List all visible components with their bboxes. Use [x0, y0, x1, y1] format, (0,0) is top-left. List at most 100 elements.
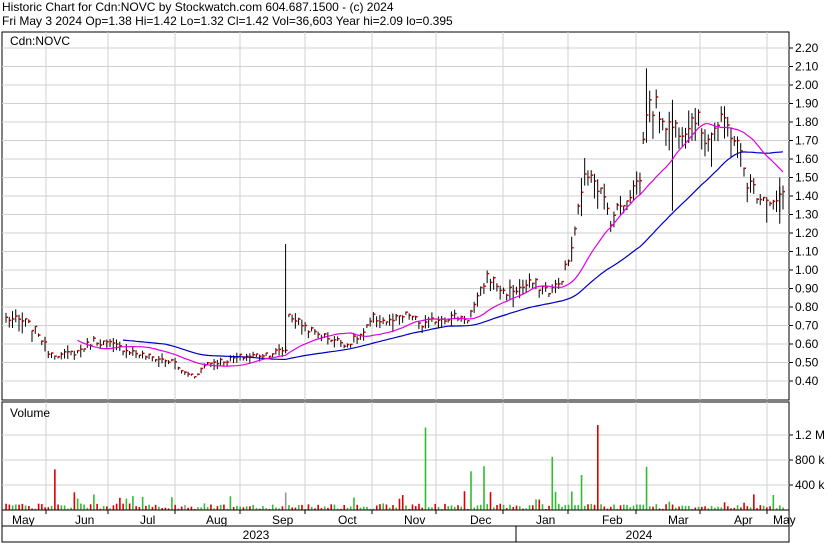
- volume-bar: [632, 505, 635, 510]
- volume-bar: [710, 506, 713, 510]
- volume-bar: [557, 503, 560, 510]
- volume-bar: [362, 506, 365, 510]
- volume-bar: [119, 497, 121, 510]
- volume-bar: [297, 505, 300, 510]
- volume-bar: [463, 491, 466, 510]
- price-tick-label: 2.10: [795, 60, 819, 74]
- volume-bar: [281, 506, 284, 510]
- volume-bar: [567, 504, 570, 510]
- volume-bar: [593, 504, 596, 510]
- volume-bar: [746, 506, 749, 510]
- volume-bar: [135, 506, 137, 510]
- volume-bar: [499, 503, 502, 510]
- price-tick-label: 1.10: [795, 245, 819, 259]
- volume-bar: [125, 498, 128, 510]
- volume-bar: [622, 504, 625, 510]
- volume-bar: [96, 503, 98, 510]
- volume-bar: [590, 503, 593, 510]
- volume-bar: [210, 504, 212, 510]
- volume-bar: [723, 502, 726, 510]
- volume-bar: [753, 494, 755, 510]
- month-label: Feb: [602, 513, 623, 527]
- volume-bar: [115, 503, 118, 510]
- volume-bar: [8, 504, 11, 510]
- volume-bar: [236, 505, 238, 510]
- volume-bar: [145, 505, 147, 510]
- month-label: Nov: [404, 513, 425, 527]
- volume-bar: [57, 504, 59, 510]
- price-tick-label: 1.00: [795, 263, 819, 277]
- volume-bar: [63, 505, 66, 510]
- volume-bar: [528, 505, 531, 510]
- volume-bar: [60, 505, 63, 510]
- volume-bar: [649, 506, 651, 510]
- price-tick-label: 1.90: [795, 97, 819, 111]
- volume-bar: [727, 506, 729, 510]
- volume-bar: [554, 491, 557, 510]
- year-label: 2024: [626, 528, 653, 542]
- volume-bar: [496, 505, 498, 510]
- volume-bar: [587, 504, 589, 510]
- month-label: Mar: [668, 513, 689, 527]
- volume-bar: [411, 504, 414, 510]
- month-label: Dec: [470, 513, 491, 527]
- volume-bar: [688, 505, 690, 510]
- volume-bar: [392, 505, 394, 510]
- volume-bar: [743, 502, 745, 510]
- volume-bar: [434, 503, 437, 510]
- volume-bar: [102, 506, 105, 510]
- volume-bar: [171, 497, 173, 510]
- year-label: 2023: [243, 528, 270, 542]
- volume-bar: [668, 501, 671, 510]
- volume-bar: [5, 503, 7, 510]
- volume-bar: [154, 504, 157, 510]
- price-tick-label: 2.00: [795, 78, 819, 92]
- volume-bar: [18, 504, 20, 510]
- price-tick-label: 0.80: [795, 300, 819, 314]
- volume-bar: [551, 456, 554, 510]
- volume-bar: [330, 504, 333, 510]
- volume-bar: [704, 506, 706, 510]
- price-tick-label: 2.20: [795, 41, 819, 55]
- volume-bar: [112, 505, 115, 510]
- month-label: Oct: [338, 513, 357, 527]
- month-label: Apr: [734, 513, 753, 527]
- volume-bar: [122, 503, 124, 510]
- volume-bar: [262, 506, 264, 510]
- volume-bar: [76, 498, 79, 510]
- month-label: Sep: [272, 513, 294, 527]
- price-tick-label: 1.50: [795, 171, 819, 185]
- volume-bar: [307, 504, 310, 510]
- volume-bar: [574, 505, 576, 510]
- volume-bar: [684, 505, 687, 510]
- volume-panel-frame: [1, 401, 790, 511]
- volume-bar: [457, 505, 459, 510]
- price-tick-label: 0.40: [795, 374, 819, 388]
- price-tick-label: 0.50: [795, 356, 819, 370]
- month-label: Jun: [75, 513, 94, 527]
- volume-bar: [509, 504, 511, 510]
- volume-bar: [148, 504, 150, 510]
- volume-tick-label: 400 k: [795, 478, 825, 492]
- volume-bar: [245, 506, 248, 510]
- volume-bar: [772, 495, 775, 510]
- price-tick-label: 1.80: [795, 115, 819, 129]
- volume-bar: [681, 505, 684, 510]
- volume-bar: [385, 504, 388, 510]
- price-tick-label: 1.40: [795, 189, 819, 203]
- volume-bar: [216, 506, 219, 510]
- volume-bar: [645, 466, 648, 510]
- volume-bar: [83, 504, 85, 510]
- volume-label: Volume: [10, 406, 50, 420]
- volume-bar: [460, 506, 463, 510]
- price-tick-label: 1.30: [795, 208, 819, 222]
- volume-bar: [541, 504, 544, 510]
- volume-bar: [736, 505, 739, 510]
- volume-bar: [375, 505, 378, 510]
- volume-bar: [476, 505, 479, 510]
- volume-bar: [106, 506, 108, 510]
- volume-bar: [284, 492, 287, 510]
- volume-bar: [356, 504, 359, 510]
- volume-bar: [538, 499, 541, 510]
- volume-bar: [570, 491, 573, 510]
